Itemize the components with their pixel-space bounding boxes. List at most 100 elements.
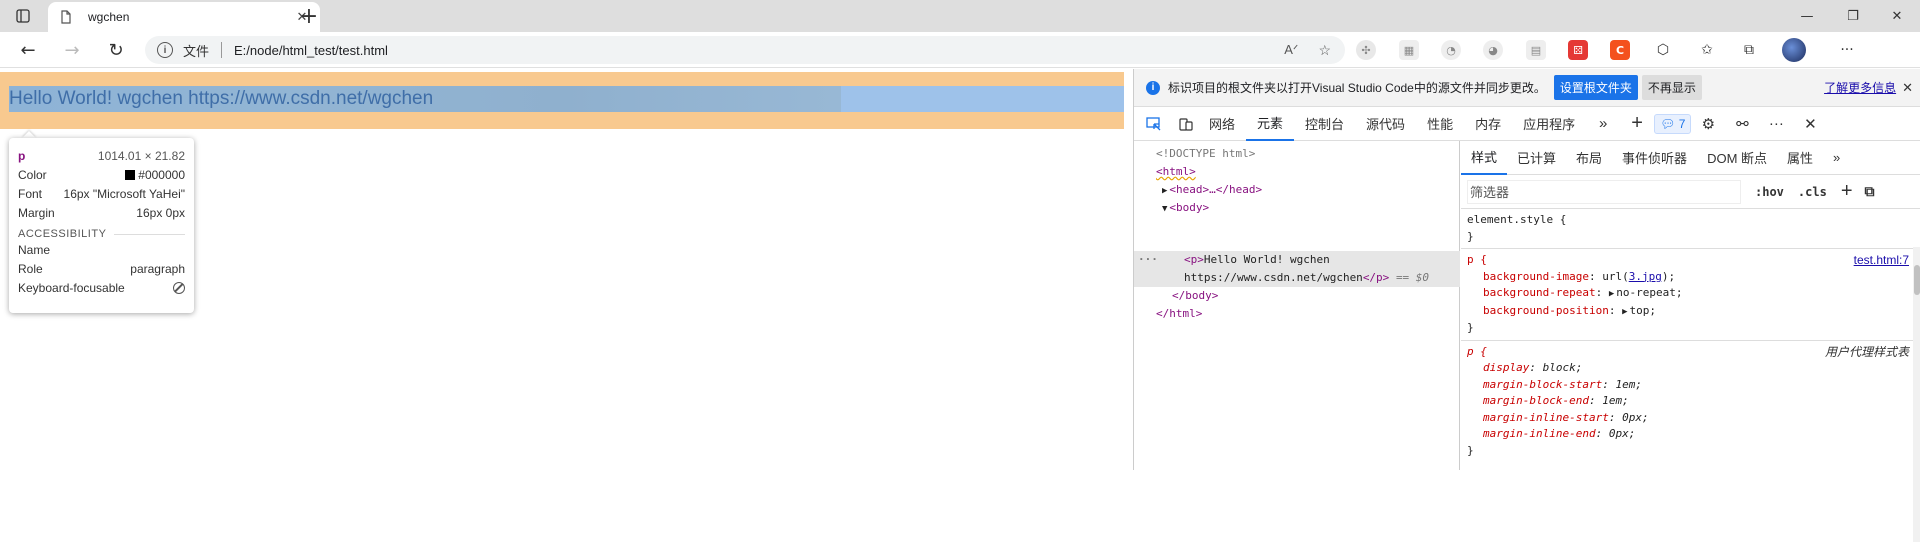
dom-head-tag: <head>…</head>: [1169, 183, 1263, 196]
dom-tree: <!DOCTYPE html> <html> ▶ <head>…</head> ▼…: [1134, 141, 1460, 470]
profile-avatar[interactable]: [1782, 38, 1806, 62]
add-tab-icon[interactable]: +: [1620, 112, 1654, 135]
devtools-menu-icon[interactable]: ···: [1759, 115, 1793, 132]
infobar-close-icon[interactable]: ✕: [1902, 80, 1913, 96]
tab-properties[interactable]: 属性: [1777, 141, 1823, 175]
decl-background-image[interactable]: background-image: url(3.jpg);: [1467, 269, 1915, 286]
dom-p-line1[interactable]: <p>Hello World! wgchen: [1184, 251, 1330, 269]
hov-toggle[interactable]: :hov: [1755, 185, 1784, 199]
read-aloud-icon[interactable]: Aᐟ: [1284, 42, 1298, 58]
inspect-element-icon[interactable]: [1142, 112, 1166, 136]
tab-layout[interactable]: 布局: [1566, 141, 1612, 175]
styles-more-tabs-icon[interactable]: »: [1823, 141, 1850, 175]
computed-sidebar-toggle-icon[interactable]: ⧉: [1865, 184, 1875, 200]
infobar-message: 标识项目的根文件夹以打开Visual Studio Code中的源文件并同步更改…: [1168, 81, 1546, 95]
tooltip-font-label: Font: [18, 186, 43, 201]
tooltip-accessibility-heading: ACCESSIBILITY: [18, 228, 185, 240]
extension-csdn-icon[interactable]: C: [1610, 40, 1630, 60]
browser-tab[interactable]: wgchen ✕: [48, 2, 320, 32]
back-arrow-icon[interactable]: ←: [14, 38, 42, 62]
tab-application[interactable]: 应用程序: [1512, 107, 1586, 141]
url-text[interactable]: E:/node/html_test/test.html: [234, 43, 388, 58]
prop-name: margin-block-end: [1483, 394, 1589, 407]
new-rule-icon[interactable]: +: [1841, 180, 1853, 203]
styles-filter-input[interactable]: 筛选器: [1467, 179, 1741, 204]
tab-event-listeners[interactable]: 事件侦听器: [1612, 141, 1697, 175]
paragraph-text: Hello World! wgchen https://www.csdn.net…: [9, 88, 434, 109]
collapse-body-icon[interactable]: ▼: [1162, 204, 1167, 214]
learn-more-link[interactable]: 了解更多信息: [1824, 79, 1896, 96]
info-icon: i: [1146, 80, 1160, 95]
dom-html-open[interactable]: <html>: [1156, 163, 1196, 181]
collections-icon[interactable]: ⧉: [1739, 40, 1759, 60]
extension-1-icon[interactable]: ✣: [1356, 40, 1376, 60]
tab-sources[interactable]: 源代码: [1355, 107, 1416, 141]
more-tabs-icon[interactable]: »: [1586, 115, 1620, 132]
expand-shorthand-icon[interactable]: ▶: [1609, 289, 1614, 299]
tab-actions-icon[interactable]: [10, 6, 36, 26]
forward-arrow-icon[interactable]: →: [58, 38, 86, 62]
extension-3-icon[interactable]: ◔: [1441, 40, 1461, 60]
issues-badge[interactable]: 💬︎ 7: [1654, 113, 1692, 134]
dom-p-open: <p>: [1184, 253, 1204, 266]
close-window-button[interactable]: ✕: [1874, 0, 1920, 32]
customize-icon[interactable]: ⚯: [1725, 115, 1759, 133]
dom-p-line2[interactable]: https://www.csdn.net/wgchen</p> == $0: [1184, 269, 1429, 287]
prop-value: 1em;: [1615, 377, 1642, 391]
expand-head-icon[interactable]: ▶: [1162, 186, 1167, 196]
set-root-folder-button[interactable]: 设置根文件夹: [1553, 75, 1638, 100]
accessibility-heading-text: ACCESSIBILITY: [18, 228, 107, 240]
dom-head[interactable]: ▶ <head>…</head>: [1162, 181, 1262, 200]
tab-strip: wgchen ✕ + — ❐ ✕: [0, 0, 1920, 32]
extension-5-icon[interactable]: ▤: [1526, 40, 1546, 60]
extension-2-icon[interactable]: ▦: [1399, 40, 1419, 60]
site-info-icon[interactable]: i: [157, 42, 173, 58]
minimize-button[interactable]: —: [1784, 0, 1830, 32]
restore-button[interactable]: ❐: [1830, 0, 1876, 32]
tab-computed[interactable]: 已计算: [1507, 141, 1566, 175]
expand-shorthand-icon[interactable]: ▶: [1622, 307, 1627, 317]
tab-styles[interactable]: 样式: [1461, 141, 1508, 175]
extension-6-icon[interactable]: ⚄: [1568, 40, 1588, 60]
address-bar[interactable]: i 文件 E:/node/html_test/test.html Aᐟ ☆: [145, 36, 1345, 64]
decl-background-position[interactable]: background-position: ▶ top;: [1467, 303, 1915, 321]
new-tab-button[interactable]: +: [298, 4, 320, 29]
tab-elements[interactable]: 元素: [1246, 107, 1295, 141]
dom-body-close[interactable]: </body>: [1172, 287, 1218, 305]
prop-value: top;: [1629, 303, 1657, 317]
p-author-rule[interactable]: test.html:7 p { background-image: url(3.…: [1461, 249, 1920, 341]
tab-dom-breakpoints[interactable]: DOM 断点: [1697, 141, 1777, 175]
dom-body-open[interactable]: ▼ <body>: [1162, 199, 1209, 218]
cls-toggle[interactable]: .cls: [1798, 185, 1827, 199]
refresh-icon[interactable]: ↻: [102, 38, 130, 62]
browser-menu-icon[interactable]: ···: [1837, 40, 1857, 60]
tooltip-color-label: Color: [18, 167, 47, 182]
rule-source-link[interactable]: test.html:7: [1854, 252, 1909, 269]
ua-decl: margin-block-start: 1em;: [1483, 377, 1642, 391]
dom-row-menu-icon[interactable]: ···: [1138, 251, 1158, 269]
decl-background-repeat[interactable]: background-repeat: ▶ no-repeat;: [1467, 285, 1915, 303]
dom-html-close[interactable]: </html>: [1156, 305, 1202, 323]
extensions-puzzle-icon[interactable]: ⬡: [1653, 40, 1673, 60]
ua-decl: display: block;: [1483, 361, 1583, 374]
tab-network[interactable]: 网络: [1198, 107, 1246, 141]
dont-show-again-button[interactable]: 不再显示: [1641, 75, 1702, 100]
favorite-star-icon[interactable]: ☆: [1318, 42, 1331, 59]
extension-4-icon[interactable]: ◕: [1483, 40, 1503, 60]
tooltip-margin-label: Margin: [18, 205, 55, 220]
devtools-close-icon[interactable]: ✕: [1793, 115, 1827, 133]
prop-value: 1em;: [1602, 394, 1629, 407]
p-user-agent-rule[interactable]: 用户代理样式表 p { display: block; margin-block…: [1461, 341, 1920, 463]
tab-memory[interactable]: 内存: [1464, 107, 1512, 141]
device-emulation-icon[interactable]: [1174, 112, 1198, 136]
tab-console[interactable]: 控制台: [1294, 107, 1355, 141]
favorites-icon[interactable]: ✩: [1697, 40, 1717, 60]
settings-gear-icon[interactable]: ⚙: [1691, 115, 1725, 133]
not-focusable-icon: [173, 281, 185, 294]
element-style-rule[interactable]: element.style { }: [1461, 209, 1920, 249]
image-url-link[interactable]: 3.jpg: [1629, 270, 1662, 283]
tab-performance[interactable]: 性能: [1416, 107, 1464, 141]
dom-doctype[interactable]: <!DOCTYPE html>: [1156, 145, 1255, 163]
address-divider: [221, 42, 223, 58]
styles-scrollbar[interactable]: [1913, 247, 1920, 542]
